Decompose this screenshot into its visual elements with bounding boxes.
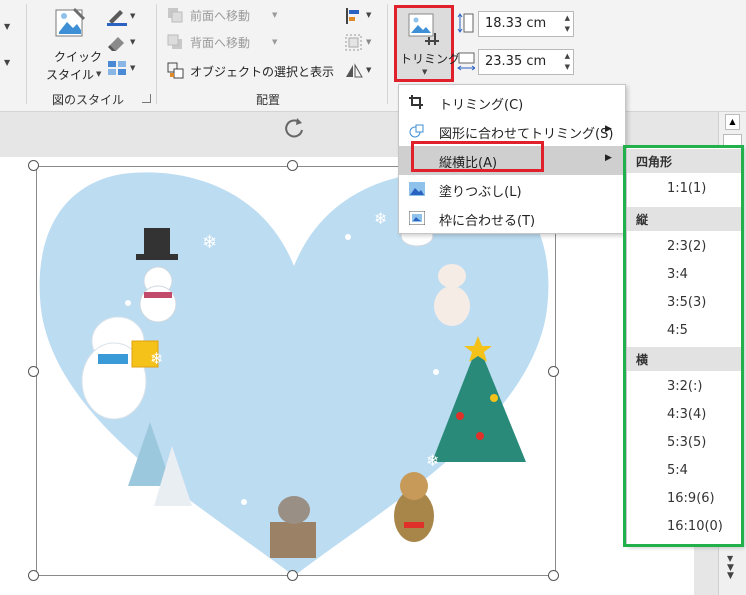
height-icon	[457, 13, 474, 33]
group-button[interactable]: ▼	[344, 33, 374, 53]
dropdown-arrow-icon[interactable]: ▼	[4, 22, 10, 31]
shapes-icon	[409, 124, 424, 138]
align-button[interactable]: ▼	[344, 6, 374, 26]
group-separator	[156, 4, 157, 104]
resize-handle[interactable]	[28, 570, 39, 581]
menu-item-label: 枠に合わせる(T)	[439, 214, 536, 229]
spin-up-icon[interactable]: ▲	[565, 52, 570, 60]
dropdown-arrow-icon: ▼	[366, 38, 372, 46]
dropdown-arrow-icon: ▼	[130, 12, 136, 20]
width-input[interactable]: 23.35 cm ▲ ▼	[478, 49, 574, 75]
send-backward-label: 背面へ移動	[190, 36, 251, 50]
dropdown-arrow-icon: ▼	[130, 64, 136, 72]
submenu-arrow-icon: ▶	[605, 124, 612, 134]
quick-style-icon	[55, 7, 86, 37]
spin-up-icon[interactable]: ▲	[565, 14, 570, 22]
picture-border-button[interactable]: ▼	[106, 6, 140, 26]
align-icon	[346, 8, 359, 24]
bring-forward-icon	[168, 8, 183, 23]
dropdown-arrow-icon: ▼	[366, 66, 372, 74]
menu-item-label: 図形に合わせてトリミング(S)	[439, 127, 614, 142]
rotate-icon	[346, 63, 363, 78]
fill-icon	[409, 182, 425, 196]
resize-handle[interactable]	[28, 160, 39, 171]
dropdown-arrow-icon[interactable]: ▼	[4, 58, 10, 67]
aspect-submenu-highlight	[623, 145, 744, 547]
submenu-arrow-icon: ▶	[605, 153, 612, 163]
eraser-icon	[108, 37, 124, 51]
rotate-handle-icon[interactable]	[281, 115, 307, 141]
picture-layout-button[interactable]: ▼	[106, 58, 140, 78]
dialog-launcher-icon[interactable]	[142, 94, 151, 103]
menu-item-fill[interactable]: 塗りつぶし(L)	[399, 175, 625, 204]
resize-handle[interactable]	[287, 570, 298, 581]
menu-item-crop[interactable]: トリミング(C)	[399, 88, 625, 117]
quick-style-button[interactable]: クイック スタイル ▼	[40, 6, 103, 86]
scroll-down-icon[interactable]: ▼	[727, 554, 733, 563]
height-input[interactable]: 18.33 cm ▲ ▼	[478, 11, 574, 37]
crop-icon	[409, 95, 423, 109]
width-value: 23.35 cm	[485, 54, 547, 69]
resize-handle[interactable]	[28, 366, 39, 377]
resize-handle[interactable]	[548, 366, 559, 377]
dropdown-arrow-icon: ▼	[96, 70, 102, 78]
dropdown-arrow-icon: ▼	[422, 68, 428, 76]
dropdown-arrow-icon: ▼	[272, 38, 278, 46]
ribbon: ▼ ▼ クイック スタイル ▼ ▼ ▼ ▼ 図のスタイル 前面へ移動 ▼ 背面へ…	[0, 0, 746, 112]
send-backward-icon	[167, 34, 182, 49]
send-backward-button[interactable]: 背面へ移動 ▼	[166, 33, 286, 53]
bring-forward-button[interactable]: 前面へ移動 ▼	[166, 6, 286, 26]
crop-label: トリミング	[400, 52, 461, 66]
height-value: 18.33 cm	[485, 16, 547, 31]
menu-item-label: 塗りつぶし(L)	[439, 185, 522, 200]
crop-button[interactable]: トリミング ▼	[394, 5, 460, 82]
fit-icon	[409, 211, 425, 225]
dropdown-arrow-icon: ▼	[130, 38, 136, 46]
group-separator	[26, 4, 27, 104]
group-icon	[345, 34, 362, 51]
resize-handle[interactable]	[548, 570, 559, 581]
picture-styles-group-label: 図のスタイル	[52, 93, 125, 107]
rotate-button[interactable]: ▼	[344, 61, 374, 81]
layout-icon	[108, 61, 126, 75]
next-slide-icon[interactable]: ▼ ▼	[727, 564, 734, 581]
selection-pane-button[interactable]: オブジェクトの選択と表示	[166, 61, 336, 81]
picture-effects-button[interactable]: ▼	[106, 32, 140, 52]
selection-pane-label: オブジェクトの選択と表示	[190, 65, 335, 79]
scroll-up-icon[interactable]: ▲	[725, 114, 740, 130]
menu-item-label: トリミング(C)	[439, 98, 524, 113]
dropdown-arrow-icon: ▼	[366, 11, 372, 19]
quick-style-label-2: スタイル	[46, 68, 95, 82]
group-separator	[387, 4, 388, 104]
arrange-group-label: 配置	[256, 93, 281, 107]
spin-down-icon[interactable]: ▼	[565, 63, 570, 71]
selection-pane-icon	[167, 62, 184, 79]
dropdown-arrow-icon: ▼	[272, 11, 278, 19]
width-icon	[457, 52, 475, 71]
pen-icon	[107, 10, 127, 26]
quick-style-label-1: クイック	[54, 50, 103, 64]
bring-forward-label: 前面へ移動	[190, 9, 251, 23]
spin-down-icon[interactable]: ▼	[565, 25, 570, 33]
menu-item-fit[interactable]: 枠に合わせる(T)	[399, 204, 625, 233]
resize-handle[interactable]	[287, 160, 298, 171]
aspect-ratio-highlight	[411, 141, 544, 172]
crop-icon	[408, 13, 439, 45]
